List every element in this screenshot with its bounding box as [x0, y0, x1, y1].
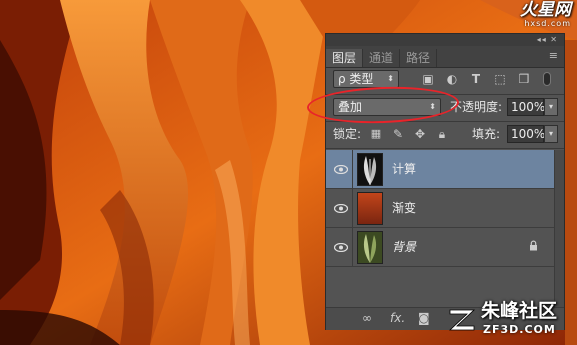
watermark-cn: 朱峰社区: [481, 300, 558, 322]
panel-titlebar[interactable]: ◂◂ ✕: [326, 34, 564, 46]
lock-transparency-icon[interactable]: ▦: [369, 127, 383, 141]
visibility-eye-icon[interactable]: [330, 189, 353, 227]
zf3d-logo-icon: [448, 309, 476, 331]
fx-icon[interactable]: fx.: [390, 311, 405, 325]
watermark-hxsd: 火星网 hxsd.com: [520, 0, 571, 29]
watermark-zf3d: 朱峰社区 ZF3D.COM: [447, 298, 573, 342]
fill-dropdown-icon[interactable]: ▾: [544, 125, 558, 143]
watermark-brand: 火星网: [520, 0, 571, 20]
visibility-eye-icon[interactable]: [330, 150, 353, 188]
layer-filter-dropdown[interactable]: ρ 类型 ⬍: [333, 70, 399, 88]
panel-collapse-close-icon[interactable]: ◂◂ ✕: [537, 34, 558, 46]
type-filter-icon[interactable]: T: [469, 72, 483, 86]
layer-row-gradient[interactable]: 渐变: [326, 189, 554, 228]
layer-lock-icon: [529, 240, 538, 254]
shape-filter-icon[interactable]: ⬚: [493, 72, 507, 86]
tab-channels[interactable]: 通道: [363, 49, 401, 67]
layer-thumbnail: [357, 153, 383, 186]
layers-scrollbar[interactable]: [554, 150, 564, 307]
fill-input[interactable]: 100%: [507, 125, 545, 143]
divider: [326, 148, 564, 149]
watermark-site: hxsd.com: [524, 19, 571, 28]
layer-filter-label: ρ 类型: [338, 72, 374, 86]
mask-icon[interactable]: ◙: [418, 311, 430, 325]
opacity-input[interactable]: 100%: [507, 98, 545, 116]
fill-label: 填充:: [472, 127, 501, 141]
layers-panel: ◂◂ ✕ 图层 通道 路径 ≡ ρ 类型 ⬍ ▣ ◐ T ⬚ ❒ 叠加 ⬍ 不透…: [325, 33, 565, 330]
image-filter-icon[interactable]: ▣: [421, 72, 435, 86]
lock-position-icon[interactable]: ✥: [413, 127, 427, 141]
lock-image-icon[interactable]: ✎: [391, 127, 405, 141]
visibility-eye-icon[interactable]: [330, 228, 353, 266]
layer-thumbnail: [357, 231, 383, 264]
adjustment-filter-icon[interactable]: ◐: [445, 72, 459, 86]
smart-object-filter-icon[interactable]: ❒: [517, 72, 531, 86]
filter-toggle-switch[interactable]: [543, 72, 551, 86]
layer-name[interactable]: 背景: [392, 239, 416, 255]
opacity-dropdown-icon[interactable]: ▾: [544, 98, 558, 116]
layer-row-background[interactable]: 背景: [326, 228, 554, 267]
tab-layers[interactable]: 图层: [326, 49, 364, 67]
lock-all-icon[interactable]: 🔒︎: [435, 127, 449, 141]
watermark-en: ZF3D.COM: [483, 323, 556, 336]
panel-tabs: 图层 通道 路径 ≡: [326, 46, 564, 68]
layer-name[interactable]: 计算: [392, 161, 416, 177]
link-icon[interactable]: ∞: [362, 311, 372, 325]
lock-label: 锁定:: [333, 127, 362, 141]
chevron-updown-icon: ⬍: [387, 74, 394, 83]
layer-name[interactable]: 渐变: [392, 200, 416, 216]
panel-menu-icon[interactable]: ≡: [549, 49, 558, 62]
layer-thumbnail: [357, 192, 383, 225]
tab-paths[interactable]: 路径: [400, 49, 438, 67]
layer-row-calc[interactable]: 计算: [326, 150, 554, 189]
